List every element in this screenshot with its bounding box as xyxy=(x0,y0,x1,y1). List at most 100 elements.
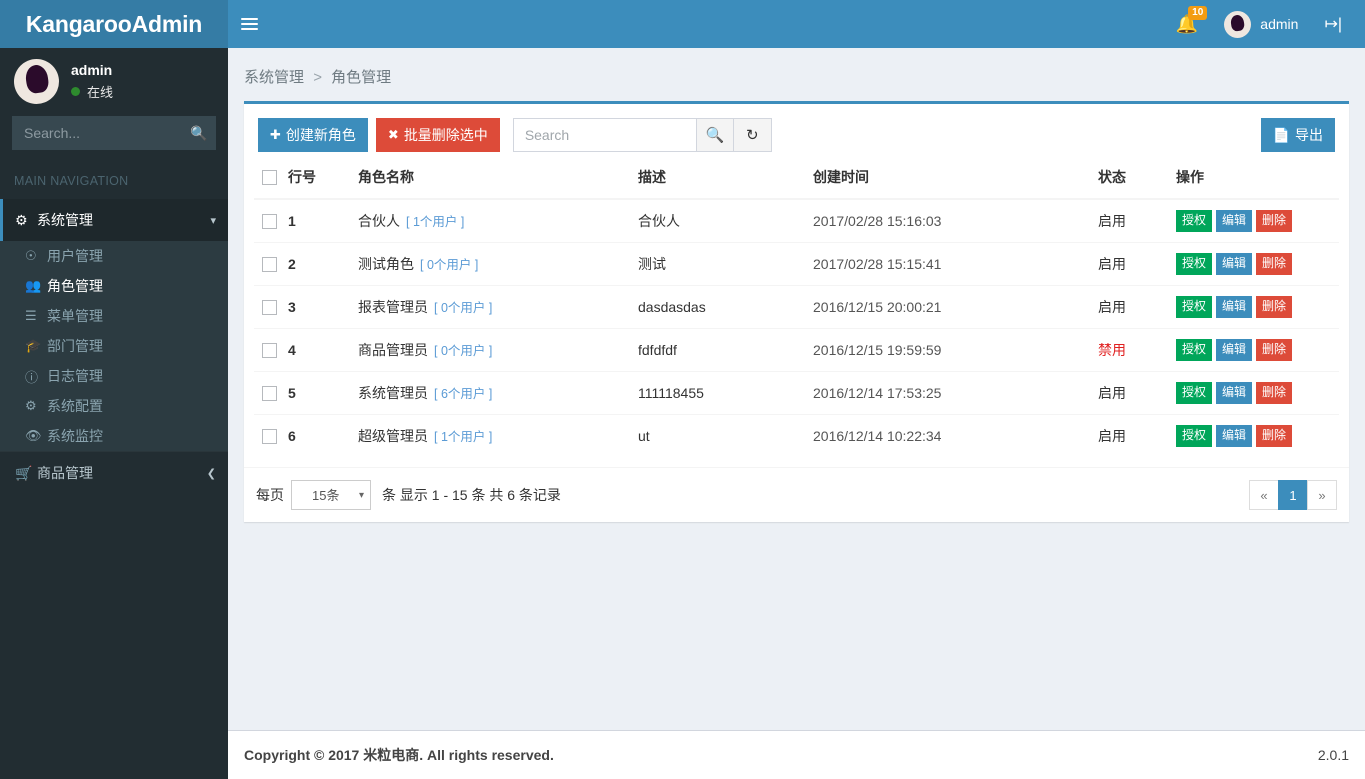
user-circle-icon: ☉ xyxy=(25,248,37,263)
column-header-no: 行号 xyxy=(280,158,350,200)
breadcrumb: 系统管理 > 角色管理 xyxy=(228,48,1365,101)
notifications-button[interactable]: 🔔 10 xyxy=(1163,0,1211,48)
user-count-link[interactable]: [ 0个用户 ] xyxy=(434,344,492,358)
row-actions: 授权 编辑 删除 xyxy=(1176,253,1296,275)
role-name: 超级管理员 xyxy=(358,428,428,444)
chevron-left-icon: ❮ xyxy=(206,467,216,480)
row-checkbox[interactable] xyxy=(262,214,277,230)
status-badge: 启用 xyxy=(1090,242,1168,286)
refresh-icon[interactable]: ↻ xyxy=(733,118,772,152)
sidebar-item-menu-management[interactable]: ☰ 菜单管理 xyxy=(0,301,228,331)
row-checkbox[interactable] xyxy=(262,300,277,316)
search-input[interactable] xyxy=(512,118,696,152)
sidebar-item-role-management[interactable]: 👥 角色管理 xyxy=(0,271,228,301)
grant-button[interactable]: 授权 xyxy=(1176,382,1213,404)
cell-no: 1 xyxy=(280,198,350,243)
row-actions: 授权 编辑 删除 xyxy=(1176,339,1296,361)
sidebar-item-department-management[interactable]: 🎓 部门管理 xyxy=(0,331,228,361)
grant-button[interactable]: 授权 xyxy=(1176,253,1213,275)
pagination-next[interactable]: » xyxy=(1307,480,1337,510)
sidebar-item-product-management[interactable]: 🛒 商品管理 ❮ xyxy=(0,452,228,494)
row-checkbox[interactable] xyxy=(262,386,277,402)
cell-name: 合伙人 [ 1个用户 ] xyxy=(350,198,630,243)
edit-button[interactable]: 编辑 xyxy=(1216,339,1253,361)
user-count-link[interactable]: [ 1个用户 ] xyxy=(434,430,492,444)
delete-button[interactable]: 删除 xyxy=(1256,296,1293,318)
delete-button[interactable]: 删除 xyxy=(1256,339,1293,361)
table-row[interactable]: 4 商品管理员 [ 0个用户 ] fdfdfdf 2016/12/15 19:59… xyxy=(254,328,1339,372)
cell-time: 2017/02/28 15:15:41 xyxy=(805,242,1090,286)
delete-button[interactable]: 删除 xyxy=(1256,253,1293,275)
sidebar-toggle-button[interactable] xyxy=(228,0,270,48)
user-count-link[interactable]: [ 0个用户 ] xyxy=(420,258,478,272)
gears-icon: ⚙ xyxy=(15,211,28,228)
sidebar-subitem-label: 系统配置 xyxy=(47,398,103,414)
table-row[interactable]: 6 超级管理员 [ 1个用户 ] ut 2016/12/14 10:22:34 启… xyxy=(254,414,1339,457)
sidebar: admin 在线 🔍 MAIN NAVIGATION ⚙ 系统管理 ▾ ☉ 用户… xyxy=(0,48,228,779)
delete-button[interactable]: 删除 xyxy=(1256,210,1293,232)
grant-button[interactable]: 授权 xyxy=(1176,296,1213,318)
search-icon[interactable]: 🔍 xyxy=(182,116,216,150)
breadcrumb-separator: > xyxy=(313,69,322,86)
batch-delete-label: 批量删除选中 xyxy=(403,127,488,143)
per-page-select[interactable]: 15条 xyxy=(291,480,371,510)
grant-button[interactable]: 授权 xyxy=(1176,425,1213,447)
table-row[interactable]: 3 报表管理员 [ 0个用户 ] dasdasdas 2016/12/15 20:… xyxy=(254,285,1339,329)
sidebar-item-user-management[interactable]: ☉ 用户管理 xyxy=(0,241,228,271)
sidebar-item-log-management[interactable]: ⓘ 日志管理 xyxy=(0,361,228,391)
sidebar-item-system-management[interactable]: ⚙ 系统管理 ▾ xyxy=(0,199,228,241)
online-dot-icon xyxy=(71,86,80,96)
select-all-header xyxy=(254,158,280,200)
sidebar-subitem-label: 系统监控 xyxy=(47,428,103,444)
create-role-button[interactable]: ✚ 创建新角色 xyxy=(258,118,368,152)
cell-desc: 111118455 xyxy=(630,371,805,415)
cell-no: 4 xyxy=(280,328,350,372)
create-role-label: 创建新角色 xyxy=(285,127,356,143)
delete-button[interactable]: 删除 xyxy=(1256,425,1293,447)
row-checkbox[interactable] xyxy=(262,429,277,445)
role-list-box: ✚ 创建新角色 ✖ 批量删除选中 🔍 ↻ 📄 导出 xyxy=(244,101,1349,522)
hamburger-icon xyxy=(240,15,258,33)
sidebar-subitem-label: 日志管理 xyxy=(47,368,103,384)
grant-button[interactable]: 授权 xyxy=(1176,339,1213,361)
user-count-link[interactable]: [ 0个用户 ] xyxy=(434,301,492,315)
export-button[interactable]: 📄 导出 xyxy=(1260,118,1335,152)
logout-icon: ↦| xyxy=(1324,16,1342,33)
brand-logo[interactable]: KangarooAdmin xyxy=(0,0,228,48)
row-actions: 授权 编辑 删除 xyxy=(1176,425,1296,447)
delete-button[interactable]: 删除 xyxy=(1256,382,1293,404)
edit-button[interactable]: 编辑 xyxy=(1216,210,1253,232)
cell-time: 2016/12/15 19:59:59 xyxy=(805,328,1090,372)
table-row[interactable]: 5 系统管理员 [ 6个用户 ] 111118455 2016/12/14 17:… xyxy=(254,371,1339,415)
sidebar-item-system-monitor[interactable]: 👁 系统监控 xyxy=(0,421,228,451)
logout-button[interactable]: ↦| xyxy=(1311,0,1355,48)
table-row[interactable]: 1 合伙人 [ 1个用户 ] 合伙人 2017/02/28 15:16:03 启用… xyxy=(254,198,1339,243)
breadcrumb-parent[interactable]: 系统管理 xyxy=(244,69,304,86)
notification-badge: 10 xyxy=(1188,6,1208,20)
table-toolbar: ✚ 创建新角色 ✖ 批量删除选中 🔍 ↻ 📄 导出 xyxy=(254,114,1339,158)
select-all-checkbox[interactable] xyxy=(262,170,277,186)
row-checkbox[interactable] xyxy=(262,257,277,273)
sidebar-item-system-config[interactable]: ⚙ 系统配置 xyxy=(0,391,228,421)
edit-button[interactable]: 编辑 xyxy=(1216,296,1253,318)
per-page-select-wrap: 15条 xyxy=(284,480,378,510)
user-count-link[interactable]: [ 1个用户 ] xyxy=(406,215,464,229)
edit-button[interactable]: 编辑 xyxy=(1216,382,1253,404)
pagination-page-1[interactable]: 1 xyxy=(1278,480,1308,510)
edit-button[interactable]: 编辑 xyxy=(1216,253,1253,275)
role-name: 报表管理员 xyxy=(358,299,428,315)
sidebar-subitem-label: 用户管理 xyxy=(47,248,103,264)
chevron-down-icon: ▾ xyxy=(210,214,216,227)
table-row[interactable]: 2 测试角色 [ 0个用户 ] 测试 2017/02/28 15:15:41 启用… xyxy=(254,242,1339,286)
pagination-prev[interactable]: « xyxy=(1249,480,1279,510)
grant-button[interactable]: 授权 xyxy=(1176,210,1213,232)
batch-delete-button[interactable]: ✖ 批量删除选中 xyxy=(375,118,500,152)
cell-no: 3 xyxy=(280,285,350,329)
edit-button[interactable]: 编辑 xyxy=(1216,425,1253,447)
plus-icon: ✚ xyxy=(270,127,281,142)
user-menu[interactable]: admin xyxy=(1211,0,1311,48)
row-actions: 授权 编辑 删除 xyxy=(1176,382,1296,404)
row-checkbox[interactable] xyxy=(262,343,277,359)
user-count-link[interactable]: [ 6个用户 ] xyxy=(434,387,492,401)
search-icon[interactable]: 🔍 xyxy=(695,118,734,152)
